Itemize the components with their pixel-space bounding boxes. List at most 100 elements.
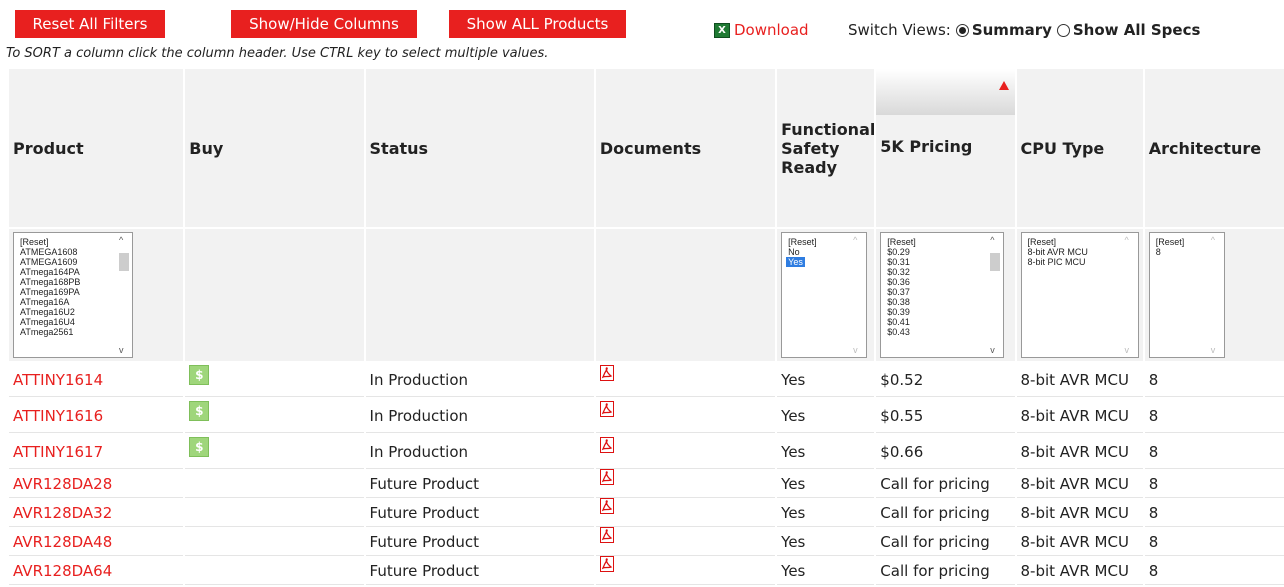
- chevron-down-icon[interactable]: v: [119, 345, 124, 355]
- buy-icon[interactable]: $: [189, 436, 210, 457]
- download-link[interactable]: X Download: [714, 21, 809, 39]
- product-link[interactable]: AVR128DA32: [13, 504, 112, 522]
- column-header-architecture[interactable]: Architecture: [1144, 69, 1284, 227]
- architecture-cell: 8: [1144, 471, 1284, 498]
- filter-option[interactable]: $0.31: [887, 257, 1003, 267]
- cpu-cell: 8-bit AVR MCU: [1016, 471, 1143, 498]
- filter-option[interactable]: [Reset]: [887, 237, 1003, 247]
- radio-unselected-icon: [1056, 23, 1070, 37]
- table-row: AVR128DA48 Future Product Yes Call for p…: [9, 527, 1284, 556]
- architecture-cell: 8: [1144, 363, 1284, 397]
- column-header-5k-pricing[interactable]: 5K Pricing: [876, 69, 1015, 227]
- price-cell: $0.66: [876, 435, 1015, 469]
- chevron-up-icon[interactable]: ^: [119, 235, 123, 245]
- show-hide-columns-button[interactable]: Show/Hide Columns: [231, 10, 417, 38]
- cpu-cell: 8-bit AVR MCU: [1016, 435, 1143, 469]
- chevron-up-icon[interactable]: ^: [853, 235, 857, 245]
- radio-selected-icon: [955, 23, 969, 37]
- excel-icon: X: [714, 22, 730, 38]
- product-link[interactable]: ATTINY1616: [13, 407, 103, 425]
- filter-option[interactable]: $0.41: [887, 317, 1003, 327]
- filter-option[interactable]: $0.38: [887, 297, 1003, 307]
- filter-option[interactable]: $0.43: [887, 327, 1003, 337]
- status-cell: Future Product: [365, 471, 594, 498]
- filter-cell-status: [365, 229, 594, 361]
- filter-option[interactable]: $0.39: [887, 307, 1003, 317]
- show-all-products-button[interactable]: Show ALL Products: [449, 10, 626, 38]
- filter-cell-architecture: [Reset] 8 ^ v: [1144, 229, 1284, 361]
- safety-cell: Yes: [777, 529, 875, 556]
- pdf-icon[interactable]: [599, 498, 614, 514]
- column-header-product[interactable]: Product: [9, 69, 184, 227]
- product-filter-listbox[interactable]: [Reset] ATMEGA1608 ATMEGA1609 ATmega164P…: [13, 232, 133, 358]
- column-header-cpu-type[interactable]: CPU Type: [1016, 69, 1143, 227]
- product-link[interactable]: AVR128DA64: [13, 562, 112, 580]
- buy-icon[interactable]: $: [189, 364, 210, 385]
- filter-option[interactable]: $0.32: [887, 267, 1003, 277]
- switch-views-label: Switch Views:: [848, 21, 951, 39]
- chevron-down-icon[interactable]: v: [1211, 345, 1216, 355]
- filter-cell-documents: [595, 229, 776, 361]
- filter-option[interactable]: $0.29: [887, 247, 1003, 257]
- pdf-icon[interactable]: [599, 400, 614, 417]
- pdf-icon[interactable]: [599, 469, 614, 485]
- product-link[interactable]: AVR128DA28: [13, 475, 112, 493]
- status-cell: In Production: [365, 399, 594, 433]
- documents-cell: [595, 556, 776, 585]
- chevron-down-icon[interactable]: v: [853, 345, 858, 355]
- chevron-up-icon[interactable]: ^: [1125, 235, 1129, 245]
- chevron-down-icon[interactable]: v: [1125, 345, 1130, 355]
- scrollbar-thumb[interactable]: [119, 253, 129, 271]
- cpu-cell: 8-bit AVR MCU: [1016, 500, 1143, 527]
- sort-indicator: [876, 69, 1015, 115]
- column-header-5k-pricing-label: 5K Pricing: [880, 137, 973, 156]
- pricing-filter-listbox[interactable]: [Reset] $0.29 $0.31 $0.32 $0.36 $0.37 $0…: [880, 232, 1005, 358]
- reset-all-filters-button[interactable]: Reset All Filters: [15, 10, 165, 38]
- pdf-icon[interactable]: [599, 556, 614, 572]
- table-row: AVR128DA64 Future Product Yes Call for p…: [9, 556, 1284, 585]
- listbox-scrollbar[interactable]: ^ v: [987, 233, 1003, 357]
- column-header-documents[interactable]: Documents: [595, 69, 776, 227]
- safety-cell: Yes: [777, 558, 875, 585]
- documents-cell: [595, 399, 776, 433]
- listbox-scrollbar[interactable]: ^ v: [116, 233, 132, 357]
- pdf-icon[interactable]: [599, 436, 614, 453]
- filter-option[interactable]: $0.37: [887, 287, 1003, 297]
- safety-filter-listbox[interactable]: [Reset] No Yes ^ v: [781, 232, 868, 358]
- documents-cell: [595, 363, 776, 397]
- column-header-functional-safety[interactable]: Functional Safety Ready: [777, 69, 875, 227]
- view-summary-label: Summary: [971, 21, 1052, 39]
- filter-option[interactable]: $0.36: [887, 277, 1003, 287]
- status-cell: Future Product: [365, 529, 594, 556]
- table-row: ATTINY1614 $ In Production Yes $0.52 8-b…: [9, 363, 1284, 397]
- architecture-filter-listbox[interactable]: [Reset] 8 ^ v: [1148, 232, 1225, 358]
- column-header-status[interactable]: Status: [365, 69, 594, 227]
- pdf-icon[interactable]: [599, 527, 614, 543]
- view-summary-radio[interactable]: Summary: [955, 21, 1052, 39]
- product-link[interactable]: AVR128DA48: [13, 533, 112, 551]
- safety-cell: Yes: [777, 500, 875, 527]
- scrollbar-thumb[interactable]: [990, 253, 1001, 271]
- column-header-buy[interactable]: Buy: [185, 69, 364, 227]
- buy-cell: [185, 471, 364, 498]
- chevron-up-icon[interactable]: ^: [1211, 235, 1215, 245]
- listbox-scrollbar[interactable]: ^ v: [1208, 233, 1224, 357]
- view-all-specs-radio[interactable]: Show All Specs: [1056, 21, 1200, 39]
- chevron-up-icon[interactable]: ^: [990, 235, 994, 245]
- buy-icon[interactable]: $: [189, 400, 210, 421]
- buy-cell: $: [185, 399, 364, 433]
- filter-option-selected[interactable]: Yes: [786, 257, 805, 267]
- product-link[interactable]: ATTINY1614: [13, 371, 103, 389]
- price-cell: Call for pricing: [876, 529, 1015, 556]
- status-cell: In Production: [365, 435, 594, 469]
- listbox-scrollbar[interactable]: ^ v: [1122, 233, 1138, 357]
- filter-cell-pricing: [Reset] $0.29 $0.31 $0.32 $0.36 $0.37 $0…: [876, 229, 1015, 361]
- buy-cell: $: [185, 435, 364, 469]
- cpu-cell: 8-bit AVR MCU: [1016, 399, 1143, 433]
- product-link[interactable]: ATTINY1617: [13, 443, 103, 461]
- listbox-scrollbar[interactable]: ^ v: [850, 233, 866, 357]
- buy-cell: [185, 529, 364, 556]
- chevron-down-icon[interactable]: v: [990, 345, 995, 355]
- pdf-icon[interactable]: [599, 364, 614, 381]
- cpu-filter-listbox[interactable]: [Reset] 8-bit AVR MCU 8-bit PIC MCU ^ v: [1020, 232, 1139, 358]
